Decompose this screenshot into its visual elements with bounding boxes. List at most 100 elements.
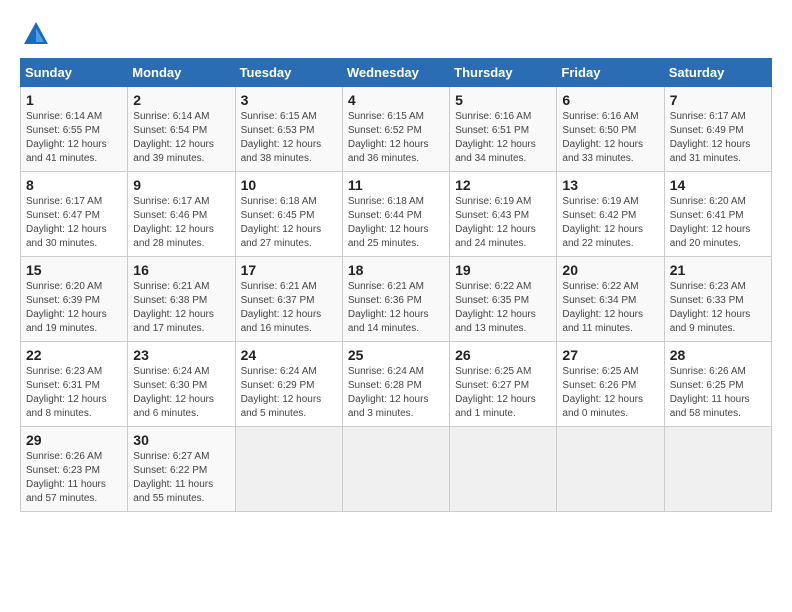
calendar-week-row: 22 Sunrise: 6:23 AMSunset: 6:31 PMDaylig…: [21, 342, 772, 427]
day-number: 12: [455, 177, 551, 193]
day-number: 9: [133, 177, 229, 193]
calendar-cell: 1 Sunrise: 6:14 AMSunset: 6:55 PMDayligh…: [21, 87, 128, 172]
day-info: Sunrise: 6:21 AMSunset: 6:36 PMDaylight:…: [348, 281, 429, 334]
day-info: Sunrise: 6:18 AMSunset: 6:45 PMDaylight:…: [241, 196, 322, 249]
calendar-cell: 17 Sunrise: 6:21 AMSunset: 6:37 PMDaylig…: [235, 257, 342, 342]
day-info: Sunrise: 6:25 AMSunset: 6:26 PMDaylight:…: [562, 366, 643, 419]
day-info: Sunrise: 6:16 AMSunset: 6:50 PMDaylight:…: [562, 111, 643, 164]
page-header: [20, 20, 772, 48]
calendar-cell: 16 Sunrise: 6:21 AMSunset: 6:38 PMDaylig…: [128, 257, 235, 342]
day-info: Sunrise: 6:15 AMSunset: 6:53 PMDaylight:…: [241, 111, 322, 164]
calendar-cell: [557, 427, 664, 512]
calendar-cell: 8 Sunrise: 6:17 AMSunset: 6:47 PMDayligh…: [21, 172, 128, 257]
calendar-cell: [664, 427, 771, 512]
day-info: Sunrise: 6:21 AMSunset: 6:38 PMDaylight:…: [133, 281, 214, 334]
day-info: Sunrise: 6:27 AMSunset: 6:22 PMDaylight:…: [133, 451, 213, 504]
day-number: 25: [348, 347, 444, 363]
calendar-cell: 21 Sunrise: 6:23 AMSunset: 6:33 PMDaylig…: [664, 257, 771, 342]
calendar-header-row: SundayMondayTuesdayWednesdayThursdayFrid…: [21, 59, 772, 87]
day-number: 1: [26, 92, 122, 108]
day-info: Sunrise: 6:17 AMSunset: 6:49 PMDaylight:…: [670, 111, 751, 164]
calendar-cell: 30 Sunrise: 6:27 AMSunset: 6:22 PMDaylig…: [128, 427, 235, 512]
calendar-cell: [342, 427, 449, 512]
calendar-cell: 29 Sunrise: 6:26 AMSunset: 6:23 PMDaylig…: [21, 427, 128, 512]
day-info: Sunrise: 6:15 AMSunset: 6:52 PMDaylight:…: [348, 111, 429, 164]
day-info: Sunrise: 6:24 AMSunset: 6:28 PMDaylight:…: [348, 366, 429, 419]
day-number: 8: [26, 177, 122, 193]
calendar-cell: 18 Sunrise: 6:21 AMSunset: 6:36 PMDaylig…: [342, 257, 449, 342]
calendar-cell: 4 Sunrise: 6:15 AMSunset: 6:52 PMDayligh…: [342, 87, 449, 172]
calendar-table: SundayMondayTuesdayWednesdayThursdayFrid…: [20, 58, 772, 512]
day-info: Sunrise: 6:16 AMSunset: 6:51 PMDaylight:…: [455, 111, 536, 164]
calendar-cell: 6 Sunrise: 6:16 AMSunset: 6:50 PMDayligh…: [557, 87, 664, 172]
logo: [20, 20, 50, 48]
day-number: 16: [133, 262, 229, 278]
day-info: Sunrise: 6:24 AMSunset: 6:30 PMDaylight:…: [133, 366, 214, 419]
day-info: Sunrise: 6:18 AMSunset: 6:44 PMDaylight:…: [348, 196, 429, 249]
day-info: Sunrise: 6:24 AMSunset: 6:29 PMDaylight:…: [241, 366, 322, 419]
day-info: Sunrise: 6:20 AMSunset: 6:41 PMDaylight:…: [670, 196, 751, 249]
calendar-cell: 15 Sunrise: 6:20 AMSunset: 6:39 PMDaylig…: [21, 257, 128, 342]
day-info: Sunrise: 6:25 AMSunset: 6:27 PMDaylight:…: [455, 366, 536, 419]
calendar-header-tuesday: Tuesday: [235, 59, 342, 87]
calendar-cell: 9 Sunrise: 6:17 AMSunset: 6:46 PMDayligh…: [128, 172, 235, 257]
day-number: 3: [241, 92, 337, 108]
day-number: 21: [670, 262, 766, 278]
calendar-cell: 24 Sunrise: 6:24 AMSunset: 6:29 PMDaylig…: [235, 342, 342, 427]
calendar-cell: 11 Sunrise: 6:18 AMSunset: 6:44 PMDaylig…: [342, 172, 449, 257]
day-number: 10: [241, 177, 337, 193]
day-info: Sunrise: 6:14 AMSunset: 6:54 PMDaylight:…: [133, 111, 214, 164]
calendar-cell: [450, 427, 557, 512]
calendar-header-monday: Monday: [128, 59, 235, 87]
calendar-week-row: 8 Sunrise: 6:17 AMSunset: 6:47 PMDayligh…: [21, 172, 772, 257]
calendar-cell: 20 Sunrise: 6:22 AMSunset: 6:34 PMDaylig…: [557, 257, 664, 342]
day-info: Sunrise: 6:23 AMSunset: 6:33 PMDaylight:…: [670, 281, 751, 334]
calendar-cell: 27 Sunrise: 6:25 AMSunset: 6:26 PMDaylig…: [557, 342, 664, 427]
calendar-cell: 26 Sunrise: 6:25 AMSunset: 6:27 PMDaylig…: [450, 342, 557, 427]
day-number: 11: [348, 177, 444, 193]
calendar-header-wednesday: Wednesday: [342, 59, 449, 87]
calendar-cell: 10 Sunrise: 6:18 AMSunset: 6:45 PMDaylig…: [235, 172, 342, 257]
calendar-cell: 5 Sunrise: 6:16 AMSunset: 6:51 PMDayligh…: [450, 87, 557, 172]
day-number: 2: [133, 92, 229, 108]
day-info: Sunrise: 6:20 AMSunset: 6:39 PMDaylight:…: [26, 281, 107, 334]
day-number: 4: [348, 92, 444, 108]
day-number: 15: [26, 262, 122, 278]
calendar-cell: [235, 427, 342, 512]
calendar-week-row: 1 Sunrise: 6:14 AMSunset: 6:55 PMDayligh…: [21, 87, 772, 172]
calendar-cell: 14 Sunrise: 6:20 AMSunset: 6:41 PMDaylig…: [664, 172, 771, 257]
day-number: 5: [455, 92, 551, 108]
day-info: Sunrise: 6:19 AMSunset: 6:43 PMDaylight:…: [455, 196, 536, 249]
day-number: 17: [241, 262, 337, 278]
calendar-cell: 23 Sunrise: 6:24 AMSunset: 6:30 PMDaylig…: [128, 342, 235, 427]
day-info: Sunrise: 6:22 AMSunset: 6:34 PMDaylight:…: [562, 281, 643, 334]
day-info: Sunrise: 6:14 AMSunset: 6:55 PMDaylight:…: [26, 111, 107, 164]
day-number: 24: [241, 347, 337, 363]
calendar-week-row: 15 Sunrise: 6:20 AMSunset: 6:39 PMDaylig…: [21, 257, 772, 342]
day-number: 20: [562, 262, 658, 278]
day-number: 29: [26, 432, 122, 448]
calendar-header-saturday: Saturday: [664, 59, 771, 87]
day-info: Sunrise: 6:26 AMSunset: 6:25 PMDaylight:…: [670, 366, 750, 419]
calendar-header-friday: Friday: [557, 59, 664, 87]
calendar-header-thursday: Thursday: [450, 59, 557, 87]
day-info: Sunrise: 6:26 AMSunset: 6:23 PMDaylight:…: [26, 451, 106, 504]
day-info: Sunrise: 6:21 AMSunset: 6:37 PMDaylight:…: [241, 281, 322, 334]
calendar-header-sunday: Sunday: [21, 59, 128, 87]
calendar-cell: 2 Sunrise: 6:14 AMSunset: 6:54 PMDayligh…: [128, 87, 235, 172]
day-number: 13: [562, 177, 658, 193]
calendar-cell: 13 Sunrise: 6:19 AMSunset: 6:42 PMDaylig…: [557, 172, 664, 257]
day-number: 27: [562, 347, 658, 363]
day-number: 22: [26, 347, 122, 363]
calendar-week-row: 29 Sunrise: 6:26 AMSunset: 6:23 PMDaylig…: [21, 427, 772, 512]
logo-icon: [22, 20, 50, 48]
calendar-cell: 12 Sunrise: 6:19 AMSunset: 6:43 PMDaylig…: [450, 172, 557, 257]
calendar-cell: 19 Sunrise: 6:22 AMSunset: 6:35 PMDaylig…: [450, 257, 557, 342]
day-number: 18: [348, 262, 444, 278]
day-info: Sunrise: 6:23 AMSunset: 6:31 PMDaylight:…: [26, 366, 107, 419]
calendar-cell: 3 Sunrise: 6:15 AMSunset: 6:53 PMDayligh…: [235, 87, 342, 172]
day-number: 28: [670, 347, 766, 363]
calendar-cell: 22 Sunrise: 6:23 AMSunset: 6:31 PMDaylig…: [21, 342, 128, 427]
day-info: Sunrise: 6:17 AMSunset: 6:46 PMDaylight:…: [133, 196, 214, 249]
calendar-cell: 28 Sunrise: 6:26 AMSunset: 6:25 PMDaylig…: [664, 342, 771, 427]
